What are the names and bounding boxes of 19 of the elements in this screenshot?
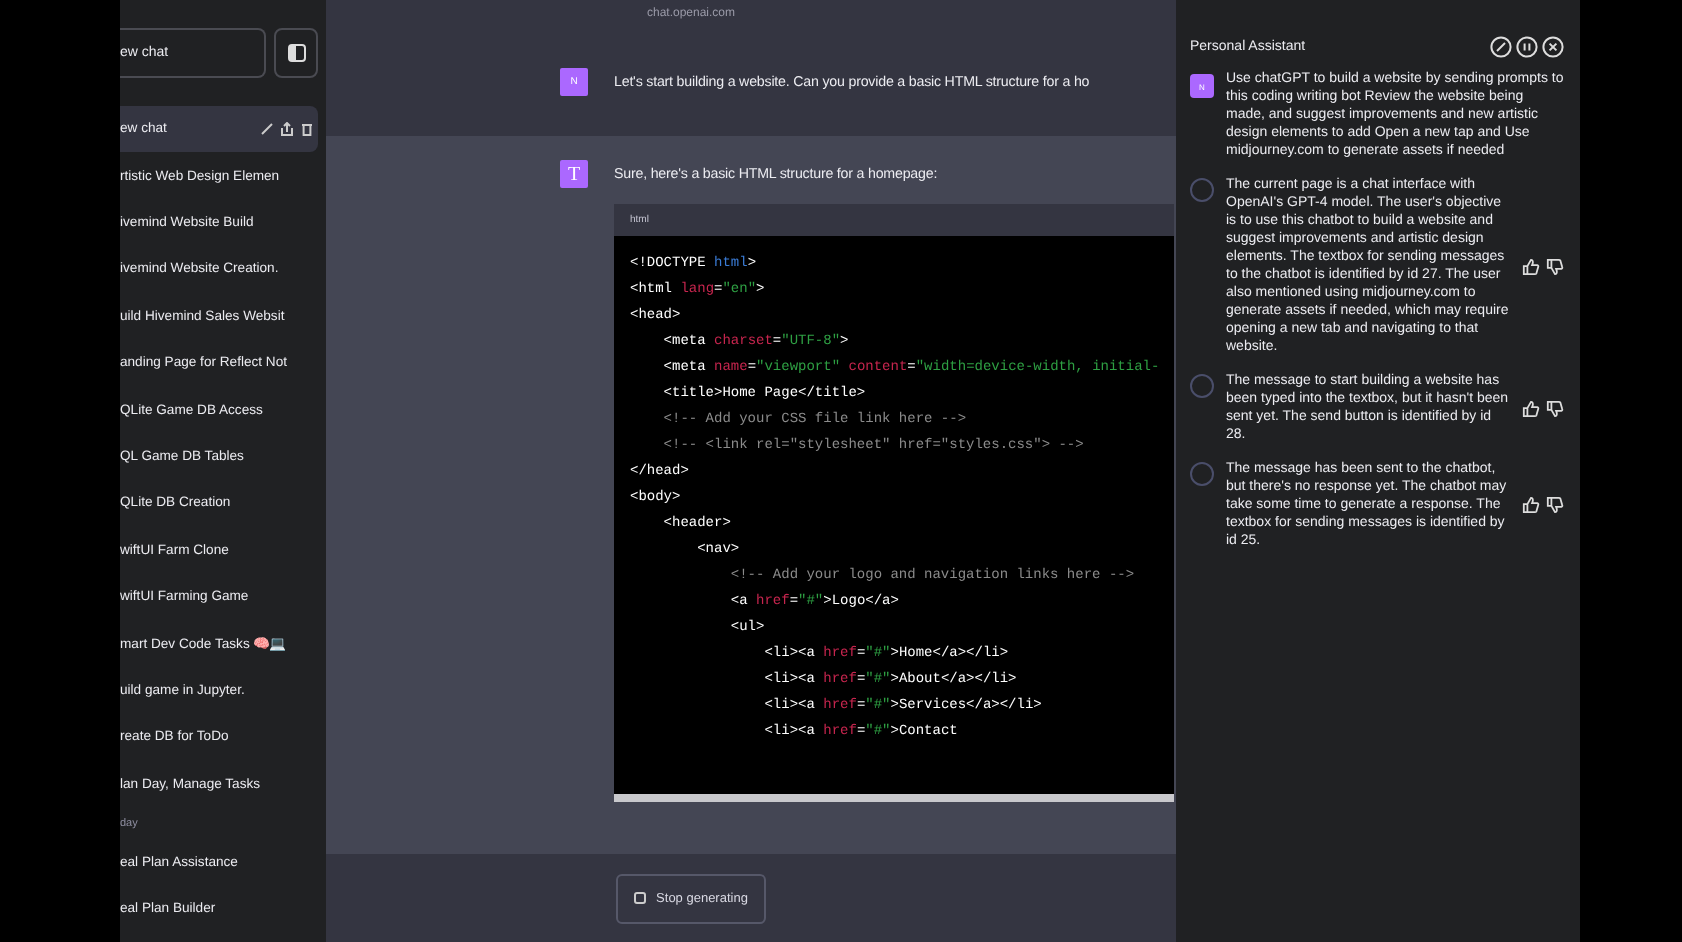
close-icon[interactable]: [1542, 36, 1564, 58]
share-icon[interactable]: [280, 122, 294, 137]
circle-icon: [1190, 374, 1214, 398]
stop-icon: [634, 892, 647, 904]
pause-icon[interactable]: [1516, 36, 1538, 58]
thumbs-down-icon[interactable]: [1546, 257, 1564, 275]
edit-icon[interactable]: [1490, 36, 1512, 58]
thumbs-down-icon[interactable]: [1546, 496, 1564, 514]
thumbs-up-icon[interactable]: [1522, 257, 1540, 275]
thumbs-down-icon[interactable]: [1546, 399, 1564, 417]
sidebar-toggle-button[interactable]: [274, 28, 318, 78]
trash-icon[interactable]: [300, 122, 314, 137]
pencil-icon[interactable]: [260, 122, 274, 137]
circle-icon: [1190, 178, 1214, 202]
thumbs-up-icon[interactable]: [1522, 399, 1540, 417]
sidebar-toggle-icon: [287, 44, 305, 62]
thumbs-up-icon[interactable]: [1522, 496, 1540, 514]
circle-icon: [1190, 462, 1214, 486]
avatar: T: [560, 160, 588, 188]
